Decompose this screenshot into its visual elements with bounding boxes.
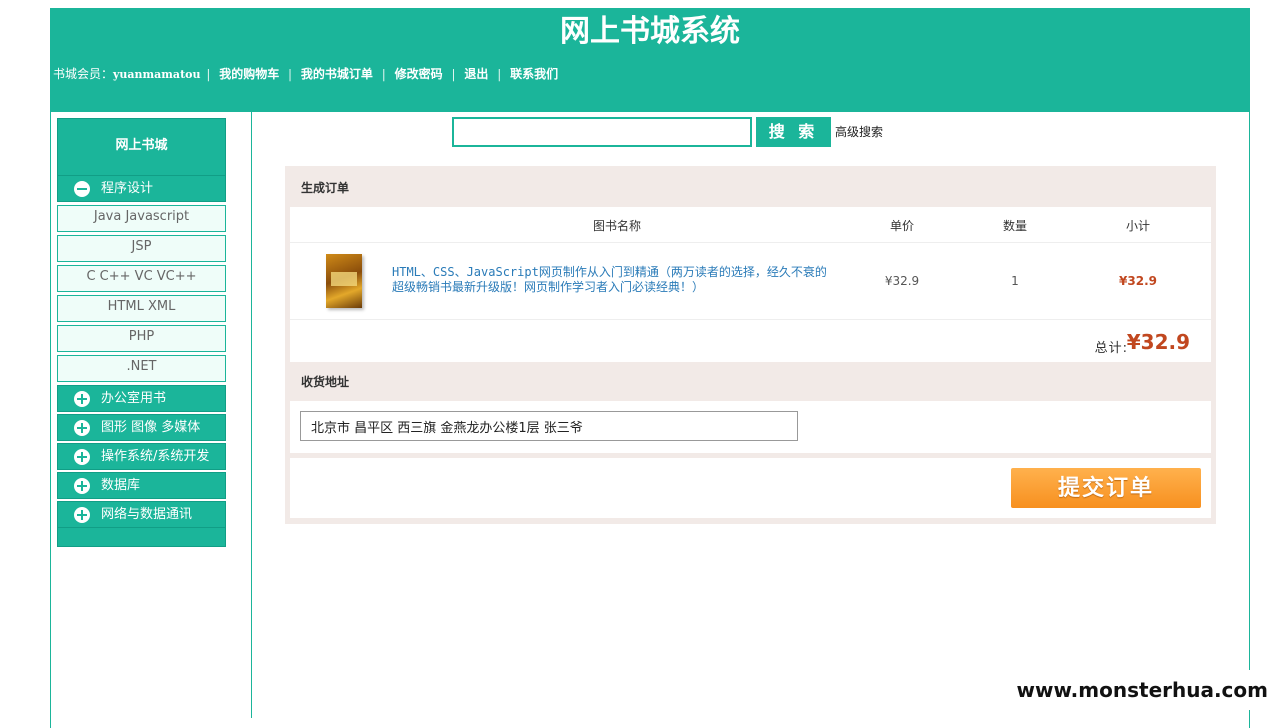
top-nav: 书城会员：yuanmamatou | 我的购物车 | 我的书城订单 | 修改密码… <box>53 67 559 81</box>
sidebar-title: 网上书城 <box>57 118 226 176</box>
site-header: 网上书城系统 书城会员：yuanmamatou | 我的购物车 | 我的书城订单… <box>50 8 1250 112</box>
plus-circle-icon <box>74 507 90 523</box>
nav-logout-link[interactable]: 退出 <box>464 67 488 81</box>
unit-price: ¥32.9 <box>884 274 920 288</box>
minus-circle-icon <box>74 181 90 197</box>
row-divider <box>290 319 1211 320</box>
row-divider <box>290 242 1211 243</box>
book-cover-image[interactable] <box>326 254 362 308</box>
subcategory-java-javascript[interactable]: Java Javascript <box>57 205 226 232</box>
category-network[interactable]: 网络与数据通讯 <box>57 501 226 528</box>
column-header-subtotal: 小计 <box>1125 219 1150 233</box>
plus-circle-icon <box>74 478 90 494</box>
quantity: 1 <box>1011 274 1019 288</box>
column-header-unit-price: 单价 <box>889 219 914 233</box>
category-label: 网络与数据通讯 <box>101 507 193 522</box>
sidebar: 网上书城 程序设计 Java Javascript JSP C C++ VC V… <box>57 118 226 547</box>
subcategory-jsp[interactable]: JSP <box>57 235 226 262</box>
plus-circle-icon <box>74 449 90 465</box>
total-value: ¥32.9 <box>1126 330 1190 354</box>
category-label: 程序设计 <box>101 181 154 196</box>
column-header-quantity: 数量 <box>1002 219 1027 233</box>
category-label: 操作系统/系统开发 <box>101 449 210 464</box>
nav-cart-link[interactable]: 我的购物车 <box>219 67 279 81</box>
nav-change-password-link[interactable]: 修改密码 <box>395 67 443 81</box>
subcategory-c-cpp[interactable]: C C++ VC VC++ <box>57 265 226 292</box>
nav-contact-link[interactable]: 联系我们 <box>510 67 558 81</box>
shipping-address-input[interactable] <box>300 411 798 441</box>
category-label: 办公室用书 <box>101 391 167 406</box>
category-database[interactable]: 数据库 <box>57 472 226 499</box>
plus-circle-icon <box>74 391 90 407</box>
search-input[interactable] <box>452 117 752 147</box>
item-subtotal: ¥32.9 <box>1119 274 1157 288</box>
content-divider <box>251 112 252 718</box>
submit-box: 提交订单 <box>290 458 1211 518</box>
member-label: 书城会员： <box>53 67 114 81</box>
subcategory-dotnet[interactable]: .NET <box>57 355 226 382</box>
order-table: 图书名称 单价 数量 小计 HTML、CSS、JavaScript网页制作从入门… <box>290 207 1211 362</box>
subcategory-html-xml[interactable]: HTML XML <box>57 295 226 322</box>
subcategory-php[interactable]: PHP <box>57 325 226 352</box>
order-section-title: 生成订单 <box>301 181 350 195</box>
category-label: 图形 图像 多媒体 <box>101 420 201 435</box>
advanced-search-link[interactable]: 高级搜索 <box>835 123 883 140</box>
column-header-book-name: 图书名称 <box>592 219 641 233</box>
sidebar-footer <box>57 528 226 547</box>
site-title: 网上书城系统 <box>560 14 740 49</box>
search-button[interactable]: 搜 索 <box>756 117 831 147</box>
address-box <box>290 401 1211 453</box>
category-programming[interactable]: 程序设计 <box>57 176 226 202</box>
category-office[interactable]: 办公室用书 <box>57 385 226 412</box>
submit-order-button[interactable]: 提交订单 <box>1011 468 1201 508</box>
order-panel: 生成订单 图书名称 单价 数量 小计 HTML、CSS、JavaScript网页… <box>285 166 1216 524</box>
member-name: yuanmamatou <box>113 68 201 81</box>
category-graphics[interactable]: 图形 图像 多媒体 <box>57 414 226 441</box>
nav-orders-link[interactable]: 我的书城订单 <box>301 67 373 81</box>
plus-circle-icon <box>74 420 90 436</box>
book-title-link[interactable]: HTML、CSS、JavaScript网页制作从入门到精通（两万读者的选择，经久… <box>392 265 832 295</box>
category-label: 数据库 <box>101 478 141 493</box>
category-os-dev[interactable]: 操作系统/系统开发 <box>57 443 226 470</box>
total-label: 总计: <box>1094 341 1128 356</box>
address-section-title: 收货地址 <box>301 375 350 389</box>
watermark-text: www.monsterhua.com <box>1003 670 1268 710</box>
